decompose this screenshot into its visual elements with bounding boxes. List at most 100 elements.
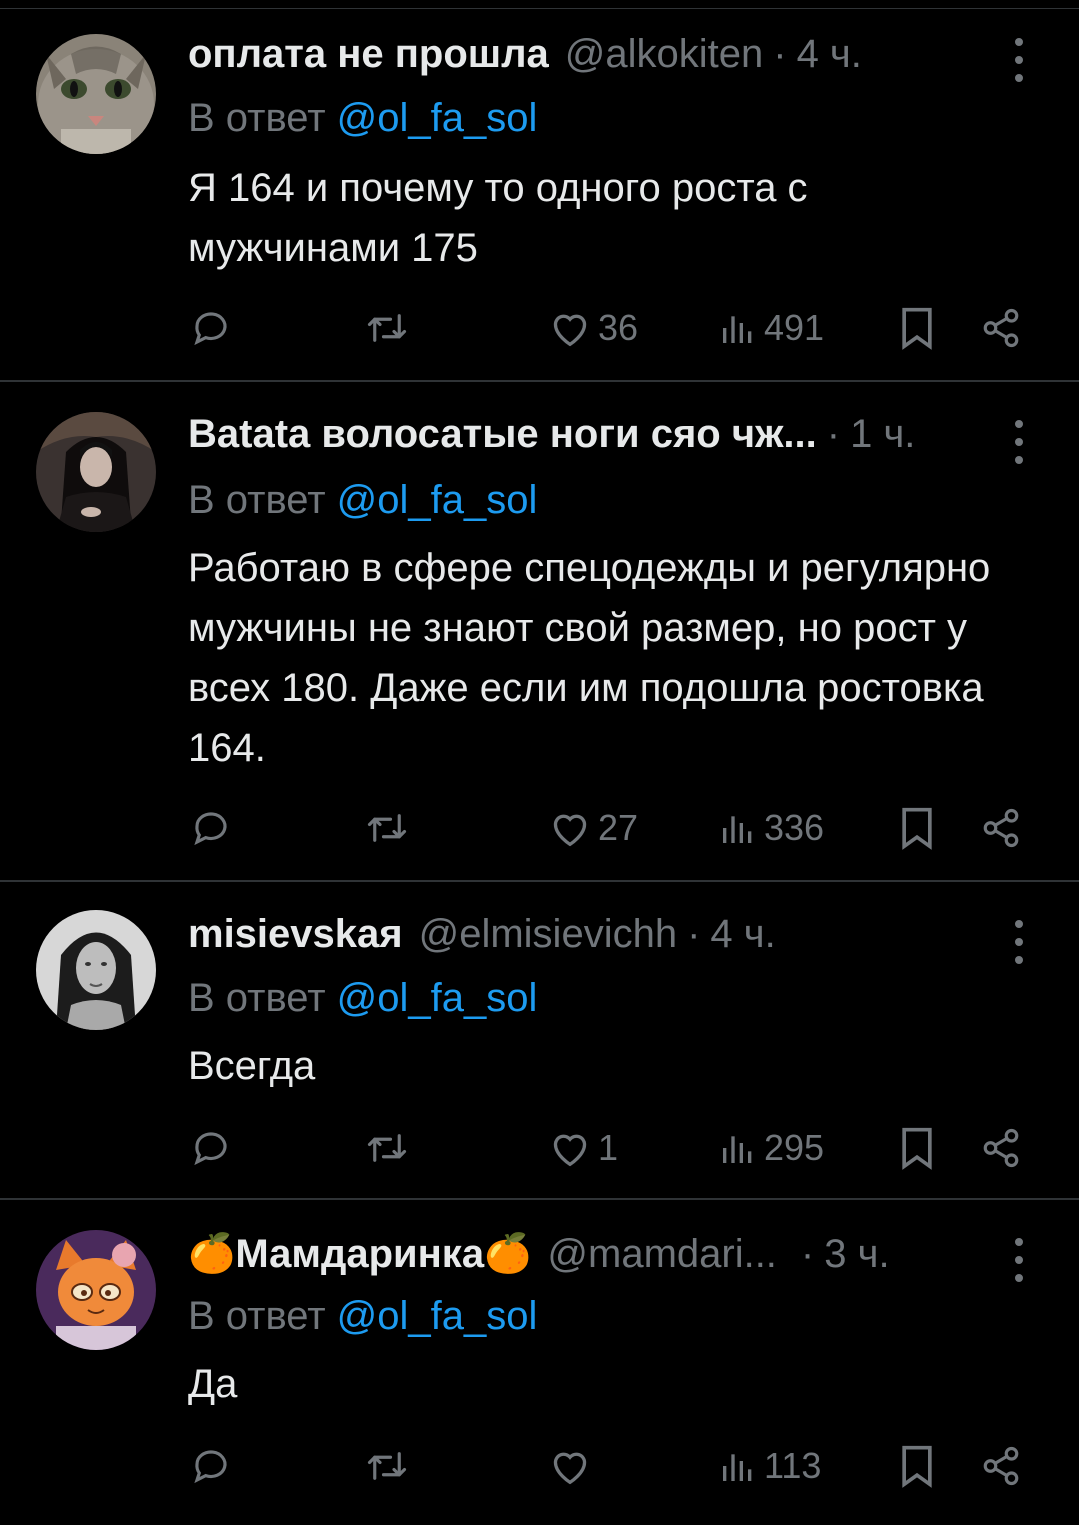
share-button[interactable]	[980, 1436, 1022, 1496]
cartoon-avatar-image	[36, 1230, 156, 1350]
retweet-icon	[364, 1127, 410, 1169]
tweet[interactable]: misievskaя @elmisievichh · 4 ч. В ответ …	[0, 882, 1079, 1200]
more-icon[interactable]	[1009, 920, 1029, 964]
reply-mention-link[interactable]: @ol_fa_sol	[337, 478, 538, 522]
share-icon	[980, 1127, 1022, 1169]
share-button[interactable]	[980, 298, 1022, 358]
action-bar: 113	[0, 1436, 1079, 1496]
reply-prefix: В ответ	[188, 96, 326, 140]
share-button[interactable]	[980, 1118, 1022, 1178]
tweet-text: Работаю в сфере спецодежды и регулярно м…	[188, 546, 991, 770]
reply-icon	[190, 1127, 232, 1169]
bookmark-button[interactable]	[898, 1118, 936, 1178]
woman-bw-avatar-image	[36, 910, 156, 1030]
views-icon	[718, 808, 758, 848]
tweet-text: Я 164 и почему то одного роста с мужчина…	[188, 166, 808, 270]
views-button[interactable]: 491	[718, 298, 824, 358]
tweet-text: Да	[188, 1362, 238, 1406]
views-icon	[718, 308, 758, 348]
retweet-button[interactable]	[364, 1436, 410, 1496]
display-name[interactable]: Batata волосатые ноги сяо чж...	[188, 412, 817, 457]
views-count: 491	[764, 307, 825, 348]
like-button[interactable]	[548, 1436, 598, 1496]
share-button[interactable]	[980, 798, 1022, 858]
bookmark-button[interactable]	[898, 798, 936, 858]
bookmark-button[interactable]	[898, 1436, 936, 1496]
bookmark-icon	[898, 1444, 936, 1488]
reply-prefix: В ответ	[188, 976, 326, 1020]
timestamp[interactable]: 3 ч.	[824, 1232, 889, 1277]
tweet-header: Batata волосатые ноги сяо чж... · 1 ч.	[188, 408, 915, 460]
avatar[interactable]	[36, 412, 156, 532]
reply-button[interactable]	[190, 1118, 232, 1178]
more-icon[interactable]	[1009, 38, 1029, 82]
reply-mention-link[interactable]: @ol_fa_sol	[337, 1294, 538, 1338]
reply-mention-link[interactable]: @ol_fa_sol	[337, 976, 538, 1020]
views-count: 113	[764, 1445, 822, 1486]
separator-dot: ·	[687, 911, 701, 956]
reply-button[interactable]	[190, 1436, 232, 1496]
display-name[interactable]: misievskaя	[188, 912, 403, 957]
action-bar: 36 491	[0, 298, 1079, 358]
views-button[interactable]: 113	[718, 1436, 821, 1496]
bookmark-icon	[898, 806, 936, 850]
cat-avatar-image	[36, 34, 156, 154]
timestamp[interactable]: 4 ч.	[710, 912, 775, 957]
reply-button[interactable]	[190, 298, 232, 358]
avatar[interactable]	[36, 34, 156, 154]
tangerine-emoji-icon: 🍊	[188, 1233, 236, 1275]
retweet-button[interactable]	[364, 798, 410, 858]
views-count: 295	[764, 1127, 825, 1168]
tweet-header: misievskaя @elmisievichh · 4 ч.	[188, 908, 776, 960]
display-name[interactable]: оплата не прошла	[188, 32, 549, 77]
like-icon	[548, 1128, 592, 1168]
reply-icon	[190, 307, 232, 349]
timestamp[interactable]: 1 ч.	[850, 412, 915, 457]
reply-mention-link[interactable]: @ol_fa_sol	[337, 96, 538, 140]
views-button[interactable]: 295	[718, 1118, 824, 1178]
avatar[interactable]	[36, 1230, 156, 1350]
reply-to-line: В ответ @ol_fa_sol	[188, 976, 537, 1021]
reply-to-line: В ответ @ol_fa_sol	[188, 96, 537, 141]
bookmark-button[interactable]	[898, 298, 936, 358]
retweet-icon	[364, 1445, 410, 1487]
retweet-icon	[364, 307, 410, 349]
retweet-button[interactable]	[364, 1118, 410, 1178]
display-name[interactable]: Мамдаринка	[235, 1232, 484, 1277]
views-icon	[718, 1128, 758, 1168]
likes-count: 1	[598, 1127, 619, 1168]
tweet[interactable]: Batata волосатые ноги сяо чж... · 1 ч. В…	[0, 382, 1079, 882]
views-button[interactable]: 336	[718, 798, 824, 858]
retweet-button[interactable]	[364, 298, 410, 358]
tweet[interactable]: оплата не прошла @alkokiten · 4 ч. В отв…	[0, 0, 1079, 382]
tweet-header: оплата не прошла @alkokiten · 4 ч.	[188, 28, 862, 80]
bookmark-icon	[898, 1126, 936, 1170]
more-icon[interactable]	[1009, 420, 1029, 464]
timestamp[interactable]: 4 ч.	[797, 32, 862, 77]
tweet-text: Всегда	[188, 1044, 316, 1088]
likes-count: 36	[598, 307, 639, 348]
reply-to-line: В ответ @ol_fa_sol	[188, 1294, 537, 1339]
like-button[interactable]: 36	[548, 298, 638, 358]
like-icon	[548, 308, 592, 348]
username[interactable]: @alkokiten	[565, 32, 763, 77]
username[interactable]: @elmisievichh	[419, 912, 677, 957]
reply-button[interactable]	[190, 798, 232, 858]
bookmark-icon	[898, 306, 936, 350]
retweet-icon	[364, 807, 410, 849]
share-icon	[980, 1445, 1022, 1487]
reply-icon	[190, 807, 232, 849]
action-bar: 1 295	[0, 1118, 1079, 1178]
reply-prefix: В ответ	[188, 478, 326, 522]
separator-dot: ·	[800, 1231, 815, 1276]
username[interactable]: @mamdari...	[547, 1232, 777, 1277]
like-icon	[548, 808, 592, 848]
avatar[interactable]	[36, 910, 156, 1030]
like-button[interactable]: 1	[548, 1118, 618, 1178]
woman-avatar-image	[36, 412, 156, 532]
tweet[interactable]: 🍊 Мамдаринка 🍊 @mamdari... · 3 ч. В отве…	[0, 1200, 1079, 1525]
like-button[interactable]: 27	[548, 798, 638, 858]
tangerine-emoji-icon: 🍊	[484, 1233, 532, 1275]
more-icon[interactable]	[1009, 1238, 1029, 1282]
reply-to-line: В ответ @ol_fa_sol	[188, 478, 537, 523]
